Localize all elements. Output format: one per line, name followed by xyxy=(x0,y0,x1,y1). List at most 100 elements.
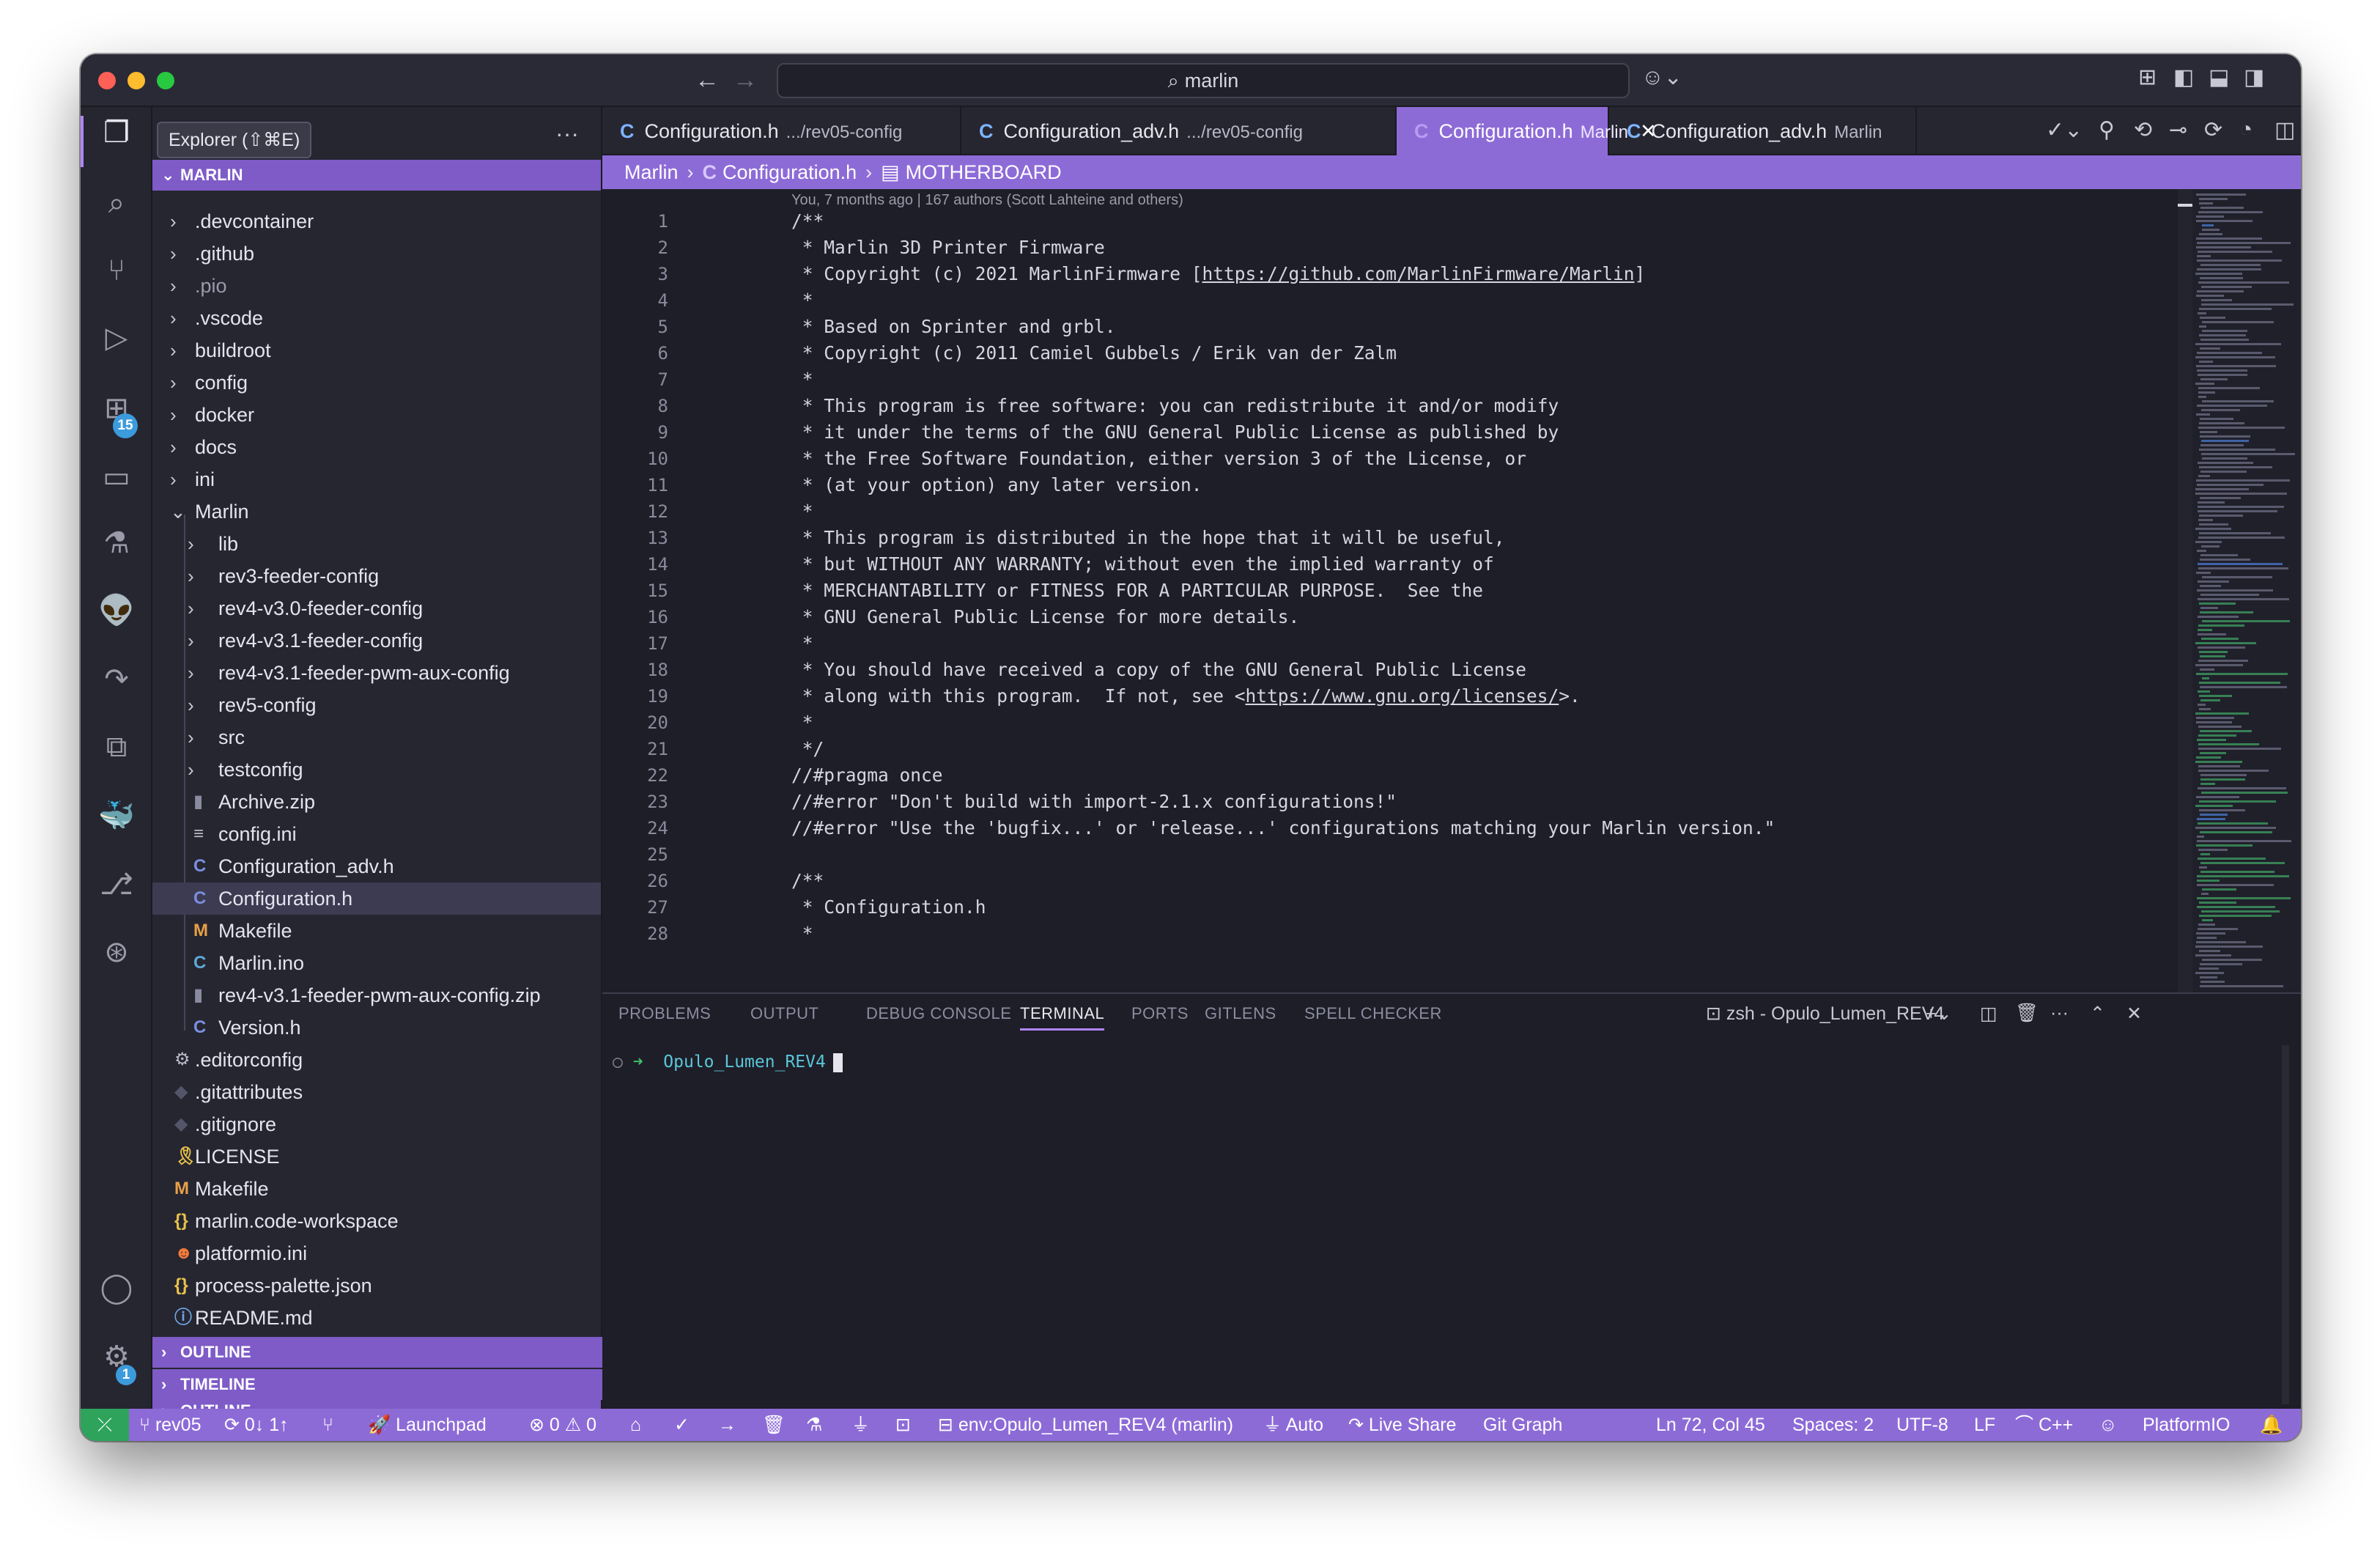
platformio-status[interactable]: PlatformIO xyxy=(2143,1409,2230,1441)
split-terminal-icon[interactable]: ◫ xyxy=(1980,1003,1998,1025)
auto-status[interactable]: ⏚ Auto xyxy=(1263,1409,1323,1441)
toggle-panel-icon[interactable]: ⬓ xyxy=(2209,64,2229,90)
folder-item[interactable]: › lib xyxy=(152,528,601,560)
file-item[interactable]: ≡ config.ini xyxy=(152,818,601,850)
file-item[interactable]: 🎗 LICENSE xyxy=(152,1140,601,1173)
breadcrumb-symbol[interactable]: MOTHERBOARD xyxy=(906,161,1062,183)
git-graph-status[interactable]: Git Graph xyxy=(1483,1409,1562,1441)
minimap[interactable] xyxy=(2192,189,2301,992)
remote-indicator-icon[interactable]: ⤫ xyxy=(81,1409,129,1441)
code-editor[interactable]: You, 7 months ago | 167 authors (Scott L… xyxy=(602,189,2192,992)
file-item[interactable]: {} marlin.code-workspace xyxy=(152,1205,601,1237)
new-terminal-icon[interactable]: +⌄ xyxy=(1926,1003,1952,1025)
docker-icon[interactable]: 🐳 xyxy=(98,797,135,834)
account-icon[interactable]: ◯ xyxy=(98,1269,135,1306)
folder-item[interactable]: › .pio xyxy=(152,270,601,302)
file-item[interactable]: ⓘ README.md xyxy=(152,1302,601,1334)
eol-status[interactable]: LF xyxy=(1974,1409,1995,1441)
file-item[interactable]: ▮ Archive.zip xyxy=(152,786,601,818)
bell-icon[interactable]: 🔔 xyxy=(2260,1409,2283,1441)
file-item[interactable]: M Makefile xyxy=(152,915,601,947)
editor-scrollbar[interactable] xyxy=(2178,189,2192,992)
git-compare-previous-icon[interactable]: ⟲ xyxy=(2134,117,2152,143)
folder-item[interactable]: › rev5-config xyxy=(152,689,601,721)
branch-status[interactable]: ⑂ rev05 xyxy=(139,1409,202,1441)
clean-trash-icon[interactable]: 🗑 xyxy=(762,1409,786,1441)
file-item[interactable]: C Configuration_adv.h xyxy=(152,850,601,882)
toggle-secondary-sidebar-icon[interactable]: ◨ xyxy=(2244,64,2264,90)
command-center-search[interactable]: ⌕ marlin xyxy=(777,63,1630,98)
git-compare-next-icon[interactable]: ⟳ xyxy=(2204,117,2222,143)
panel-tab-problems[interactable]: PROBLEMS xyxy=(618,1004,711,1023)
check-icon[interactable]: ✓⌄ xyxy=(2046,117,2082,143)
sync-status[interactable]: ⟳ 0↓ 1↑ xyxy=(224,1409,289,1441)
scroll-thumb[interactable] xyxy=(2178,204,2192,207)
panel-tab-terminal[interactable]: TERMINAL xyxy=(1020,1004,1105,1031)
serial-plug-icon[interactable]: ⏚ xyxy=(851,1409,870,1441)
upload-arrow-icon[interactable]: → xyxy=(718,1409,736,1441)
terminal-prompt[interactable]: ○ ➜ Opulo_Lumen_REV4 xyxy=(613,1053,843,1072)
editor-tab[interactable]: C Configuration_adv.h .../rev05-config xyxy=(961,107,1397,155)
terminal-icon[interactable]: ⊡ xyxy=(895,1409,911,1441)
panel-tab-ports[interactable]: PORTS xyxy=(1131,1004,1189,1023)
run-debug-icon[interactable]: ▷ xyxy=(98,320,135,356)
file-item[interactable]: M Makefile xyxy=(152,1173,601,1205)
trash-icon[interactable]: 🗑 xyxy=(2015,1003,2039,1024)
folder-item[interactable]: › .vscode xyxy=(152,302,601,334)
indentation-status[interactable]: Spaces: 2 xyxy=(1792,1409,1874,1441)
file-item[interactable]: C Version.h xyxy=(152,1011,601,1044)
problems-status[interactable]: ⊗ 0 ⚠ 0 xyxy=(529,1409,596,1441)
folder-item[interactable]: › docs xyxy=(152,431,601,463)
code-link[interactable]: https://github.com/MarlinFirmware/Marlin xyxy=(1202,263,1635,284)
folder-item[interactable]: › ini xyxy=(152,463,601,495)
folder-item[interactable]: › rev3-feeder-config xyxy=(152,560,601,592)
breadcrumb-file[interactable]: Configuration.h xyxy=(722,161,857,183)
search-icon[interactable]: ⌕ xyxy=(98,185,135,221)
file-item[interactable]: C Configuration.h xyxy=(152,882,601,915)
folder-item[interactable]: › config xyxy=(152,366,601,399)
more-actions-icon[interactable]: ··· xyxy=(2050,1003,2069,1024)
customize-layout-icon[interactable]: ⊞ xyxy=(2138,64,2157,90)
close-panel-icon[interactable]: ✕ xyxy=(2126,1003,2142,1025)
panel-tab-spell-checker[interactable]: SPELL CHECKER xyxy=(1304,1004,1442,1023)
home-icon[interactable]: ⌂ xyxy=(630,1409,641,1441)
split-editor-icon[interactable]: ◫ xyxy=(2274,117,2295,143)
file-item[interactable]: ⚙ .editorconfig xyxy=(152,1044,601,1076)
git-commit-icon[interactable]: ⊸ xyxy=(2169,117,2187,143)
more-actions-icon[interactable]: ··· xyxy=(555,120,579,147)
pin-icon[interactable]: ⚲ xyxy=(2099,117,2115,143)
editor-tab[interactable]: C Configuration.h .../rev05-config xyxy=(602,107,961,155)
source-control-icon[interactable]: ⑂ xyxy=(98,252,135,289)
folder-item[interactable]: › .devcontainer xyxy=(152,205,601,237)
copilot-icon[interactable]: ☺⌄ xyxy=(1641,64,1682,90)
build-check-icon[interactable]: ✓ xyxy=(674,1409,690,1441)
maximize-panel-icon[interactable]: ⌃ xyxy=(2090,1003,2105,1025)
panel-tab-output[interactable]: OUTPUT xyxy=(750,1004,818,1023)
encoding-status[interactable]: UTF-8 xyxy=(1896,1409,1948,1441)
live-share-icon[interactable]: ↷ xyxy=(98,661,135,698)
project-manager-icon[interactable]: ⧉ xyxy=(98,729,135,765)
timeline-section[interactable]: › TIMELINE xyxy=(152,1369,602,1400)
cursor-position[interactable]: Ln 72, Col 45 xyxy=(1656,1409,1765,1441)
file-item[interactable]: ◆ .gitignore xyxy=(152,1108,601,1140)
folder-item[interactable]: › rev4-v3.1-feeder-config xyxy=(152,624,601,657)
git-graph-icon[interactable]: ⊛ xyxy=(98,934,135,970)
language-status[interactable]: ⌒ C++ xyxy=(2015,1409,2073,1441)
explorer-root-header[interactable]: ⌄ MARLIN xyxy=(152,160,601,191)
terminal-selector[interactable]: ⊡ zsh - Opulo_Lumen_REV4 xyxy=(1706,1003,1944,1025)
folder-item[interactable]: ⌄ Marlin xyxy=(152,495,601,528)
folder-item[interactable]: › docker xyxy=(152,399,601,431)
code-link[interactable]: https://www.gnu.org/licenses/ xyxy=(1246,685,1559,707)
file-item[interactable]: ☻ platformio.ini xyxy=(152,1237,601,1269)
launchpad-status[interactable]: 🚀 Launchpad xyxy=(368,1409,487,1441)
gitlens-icon[interactable]: ⎇ xyxy=(98,866,135,903)
terminal-scrollbar[interactable] xyxy=(2282,1045,2289,1404)
env-status[interactable]: ⊟ env:Opulo_Lumen_REV4 (marlin) xyxy=(938,1409,1233,1441)
editor-tab[interactable]: C Configuration_adv.h Marlin xyxy=(1609,107,1917,155)
folder-item[interactable]: › buildroot xyxy=(152,334,601,366)
folder-item[interactable]: › .github xyxy=(152,237,601,270)
testing-icon[interactable]: ⚗ xyxy=(98,525,135,561)
panel-tab-debug-console[interactable]: DEBUG CONSOLE xyxy=(866,1004,1011,1023)
explorer-icon[interactable]: ❐ xyxy=(98,114,135,151)
file-item[interactable]: {} process-palette.json xyxy=(152,1269,601,1302)
